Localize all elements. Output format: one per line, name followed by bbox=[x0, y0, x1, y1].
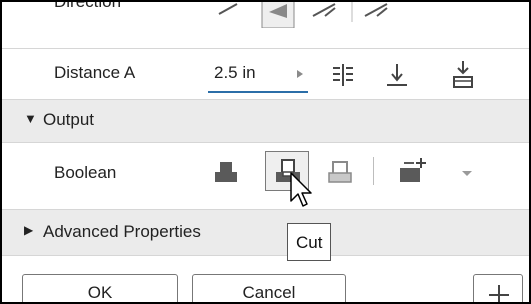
distance-input[interactable]: 2.5 in bbox=[214, 63, 256, 83]
extend-down-icon[interactable] bbox=[384, 62, 410, 88]
output-section-header[interactable]: ▼ Output bbox=[2, 100, 529, 142]
distance-row: Distance A 2.5 in bbox=[2, 49, 529, 99]
cut-tooltip: Cut bbox=[287, 223, 332, 261]
toolbar-divider bbox=[373, 157, 374, 185]
boolean-row: Boolean bbox=[2, 143, 529, 209]
collapse-arrow-icon: ▼ bbox=[24, 111, 37, 126]
boolean-label: Boolean bbox=[54, 163, 117, 182]
to-face-icon[interactable] bbox=[450, 60, 476, 90]
direction-label: Direction bbox=[54, 0, 122, 11]
ok-label: OK bbox=[87, 283, 113, 302]
direction-icons[interactable] bbox=[207, 2, 507, 28]
plus-icon bbox=[489, 285, 509, 302]
intersect-icon[interactable] bbox=[327, 159, 353, 185]
tooltip-text: Cut bbox=[296, 233, 323, 252]
cancel-button[interactable]: Cancel bbox=[192, 274, 346, 302]
cancel-label: Cancel bbox=[242, 283, 296, 302]
distance-label: Distance A bbox=[54, 63, 136, 82]
ok-button[interactable]: OK bbox=[22, 274, 178, 302]
new-solid-icon[interactable] bbox=[398, 157, 428, 185]
cursor-icon bbox=[290, 172, 312, 207]
output-header-label: Output bbox=[43, 110, 95, 129]
dropdown-icon[interactable] bbox=[460, 169, 474, 179]
direction-row: Direction bbox=[2, 0, 529, 48]
advanced-header-label: Advanced Properties bbox=[43, 222, 201, 241]
plus-button[interactable] bbox=[473, 274, 523, 302]
advanced-properties-header[interactable]: ▶ Advanced Properties bbox=[2, 210, 529, 255]
expand-arrow-icon: ▶ bbox=[24, 223, 34, 237]
join-icon[interactable] bbox=[213, 159, 239, 185]
stepper-arrow-icon[interactable] bbox=[294, 67, 306, 81]
input-underline bbox=[208, 91, 308, 93]
measure-icon[interactable] bbox=[330, 62, 356, 88]
extrude-panel: Direction Distance A 2.5 in ▼ Output Boo… bbox=[0, 0, 531, 304]
